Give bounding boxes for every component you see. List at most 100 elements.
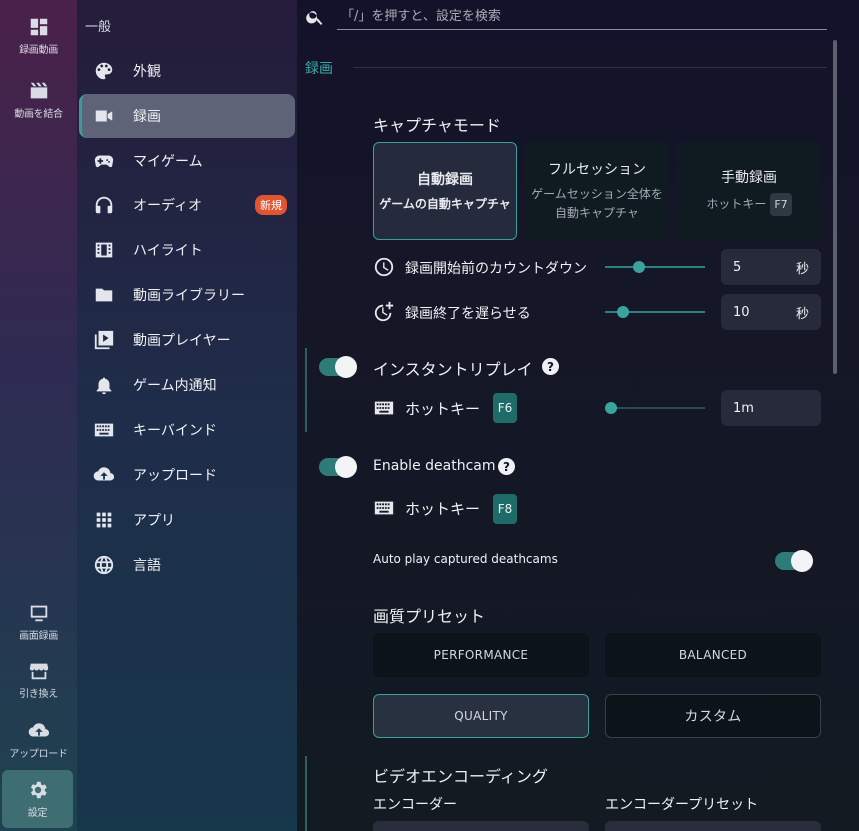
autoplay-deathcam-toggle[interactable] [775, 550, 813, 572]
store-icon [29, 663, 48, 680]
capture-mode-manual[interactable]: 手動録画 ホットキー F7 [677, 142, 821, 240]
delay-value: 10 [733, 304, 750, 320]
rail-item-redeem[interactable]: 引き換え [0, 660, 77, 700]
desc-line: ゲームセッション全体を [531, 187, 663, 201]
delay-slider[interactable] [605, 306, 705, 318]
slider-knob[interactable] [605, 402, 617, 414]
capture-mode-title: 手動録画 [721, 169, 777, 186]
nav-item-ingame-notifications[interactable]: ゲーム内通知 [79, 363, 295, 407]
nav-item-video-player[interactable]: 動画プレイヤー [79, 318, 295, 362]
rail-item-merge[interactable]: 動画を結合 [0, 80, 77, 120]
new-badge: 新規 [255, 195, 287, 215]
instant-replay-hotkey[interactable]: F6 [493, 393, 517, 423]
unit-label: 秒 [795, 306, 809, 322]
instant-replay-label: インスタントリプレイ [373, 360, 533, 379]
desc-text: ホットキー [706, 196, 767, 211]
nav-item-label: マイゲーム [133, 154, 203, 170]
countdown-value: 5 [733, 259, 742, 275]
autoplay-deathcam-label: Auto play captured deathcams [373, 552, 558, 566]
nav-item-label: 録画 [133, 109, 161, 125]
preset-performance[interactable]: PERFORMANCE [373, 633, 589, 677]
scrollbar[interactable] [833, 40, 837, 374]
nav-item-apps[interactable]: アプリ [79, 498, 295, 542]
nav-item-label: 動画ライブラリー [133, 288, 245, 304]
keyboard-icon [374, 401, 394, 415]
rail-item-label: 引き換え [19, 689, 58, 700]
nav-item-video-library[interactable]: 動画ライブラリー [79, 273, 295, 317]
replay-duration-slider[interactable] [605, 402, 705, 414]
unit-label: 秒 [795, 261, 809, 277]
instant-replay-hotkey-label: ホットキー [405, 400, 481, 418]
instant-replay-toggle[interactable] [319, 356, 357, 378]
nav-item-audio[interactable]: オーディオ 新規 [79, 183, 295, 227]
rail-item-label: 設定 [27, 808, 48, 819]
nav-item-highlights[interactable]: ハイライト [79, 228, 295, 272]
nav-item-appearance[interactable]: 外観 [79, 49, 295, 93]
delay-label: 録画終了を遅らせる [405, 306, 531, 322]
rail-item-label: 録画動画 [19, 45, 58, 56]
rail-item-upload[interactable]: アップロード [0, 720, 77, 760]
help-icon[interactable]: ? [498, 458, 515, 475]
section-indicator [305, 756, 307, 831]
deathcam-toggle[interactable] [319, 456, 357, 478]
capture-mode-desc: ゲームの自動キャプチャ [379, 196, 511, 211]
slider-knob[interactable] [633, 261, 645, 273]
nav-item-my-games[interactable]: マイゲーム [79, 139, 295, 183]
encoder-preset-select[interactable] [605, 821, 821, 831]
rail-item-settings[interactable]: 設定 [2, 770, 73, 828]
slider-knob[interactable] [617, 306, 629, 318]
palette-icon [95, 62, 113, 80]
deathcam-hotkey[interactable]: F8 [493, 494, 517, 524]
screen-record-icon [30, 605, 47, 622]
encoder-select[interactable] [373, 821, 589, 831]
preset-custom[interactable]: カスタム [605, 694, 821, 738]
capture-mode-desc: ホットキー F7 [706, 192, 792, 216]
search-bar [305, 4, 827, 30]
rail-item-recordings[interactable]: 録画動画 [0, 16, 77, 56]
toggle-knob [335, 356, 357, 378]
globe-icon [94, 555, 114, 575]
preset-balanced[interactable]: BALANCED [605, 633, 821, 677]
rail-item-label: 動画を結合 [14, 109, 63, 120]
nav-item-label: キーバインド [133, 423, 217, 439]
dashboard-icon [30, 18, 47, 36]
nav-item-label: 外観 [133, 64, 161, 80]
headphones-icon [95, 196, 113, 214]
nav-item-recording[interactable]: 録画 [79, 94, 295, 138]
nav-item-label: 動画プレイヤー [133, 333, 231, 349]
folder-icon [95, 288, 113, 302]
nav-item-keybinds[interactable]: キーバインド [79, 408, 295, 452]
capture-mode-auto[interactable]: 自動録画 ゲームの自動キャプチャ [373, 142, 517, 240]
replay-duration-input[interactable]: 1m [721, 390, 821, 426]
encoder-preset-label: エンコーダープリセット [605, 797, 759, 813]
countdown-input[interactable]: 5秒 [721, 249, 821, 285]
rail-item-label: 画面録画 [19, 631, 58, 642]
hotkey-chip: F7 [770, 192, 792, 216]
settings-nav: 一般 外観 録画 マイゲーム オーディオ 新規 ハイライト 動画ライブラリー 動… [77, 0, 297, 831]
nav-heading: 一般 [85, 20, 112, 35]
nav-item-label: ゲーム内通知 [133, 378, 217, 394]
preset-quality[interactable]: QUALITY [373, 694, 589, 738]
deathcam-hotkey-label: ホットキー [405, 500, 481, 518]
help-icon[interactable]: ? [542, 358, 559, 375]
countdown-label: 録画開始前のカウントダウン [405, 261, 587, 277]
cloud-upload-icon [28, 723, 49, 737]
rail-item-screen-record[interactable]: 画面録画 [0, 602, 77, 642]
capture-mode-full-session[interactable]: フルセッション ゲームセッション全体を 自動キャプチャ [525, 142, 669, 240]
film-strip-icon [95, 242, 113, 258]
section-divider [353, 67, 827, 68]
nav-item-label: アプリ [133, 513, 175, 529]
section-title: 録画 [305, 61, 333, 77]
nav-item-language[interactable]: 言語 [79, 543, 295, 587]
gear-icon [30, 781, 47, 799]
clock-plus-icon [374, 301, 394, 322]
search-input[interactable] [337, 4, 827, 30]
deathcam-label: Enable deathcam [373, 458, 496, 474]
nav-item-label: アップロード [133, 468, 217, 484]
keyboard-icon [374, 501, 394, 515]
search-icon [306, 11, 323, 25]
capture-mode-desc: ゲームセッション全体を 自動キャプチャ [531, 185, 663, 223]
nav-item-upload[interactable]: アップロード [79, 453, 295, 497]
delay-input[interactable]: 10 秒 [721, 294, 821, 330]
countdown-slider[interactable] [605, 261, 705, 273]
